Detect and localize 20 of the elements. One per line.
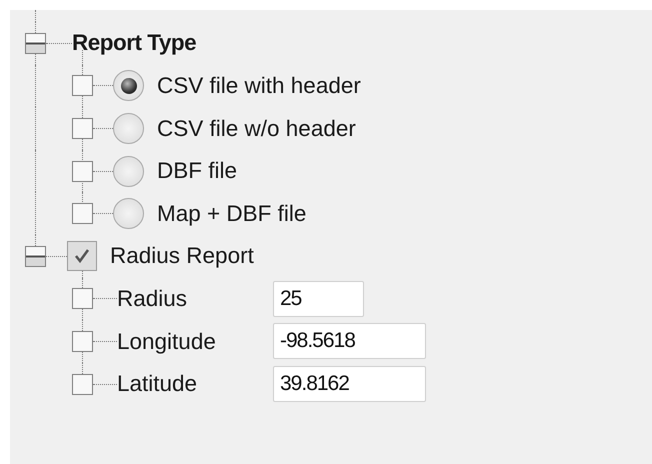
input-field[interactable]: -98.5618 (273, 323, 426, 360)
radio-button[interactable] (113, 156, 144, 187)
field-label: Longitude (117, 328, 217, 356)
radio-label: CSV file with header (157, 72, 361, 100)
checkbox[interactable] (67, 241, 97, 272)
radio-label: CSV file w/o header (157, 114, 356, 143)
field-label: Latitude (117, 370, 198, 398)
check-mark-icon (73, 247, 91, 266)
radio-label: DBF file (157, 157, 238, 186)
radio-label: Map + DBF file (157, 200, 306, 228)
radio-button[interactable] (113, 70, 144, 102)
input-field[interactable]: 25 (273, 280, 364, 317)
input-field[interactable]: 39.8162 (273, 366, 426, 402)
checkbox-label: Radius Report (110, 242, 254, 270)
group-label: Report Type (72, 29, 196, 58)
collapse-icon[interactable] (25, 246, 46, 267)
field-label: Radius (117, 284, 188, 313)
radio-button[interactable] (113, 112, 144, 144)
collapse-icon[interactable] (25, 32, 46, 54)
radio-button[interactable] (113, 198, 144, 230)
